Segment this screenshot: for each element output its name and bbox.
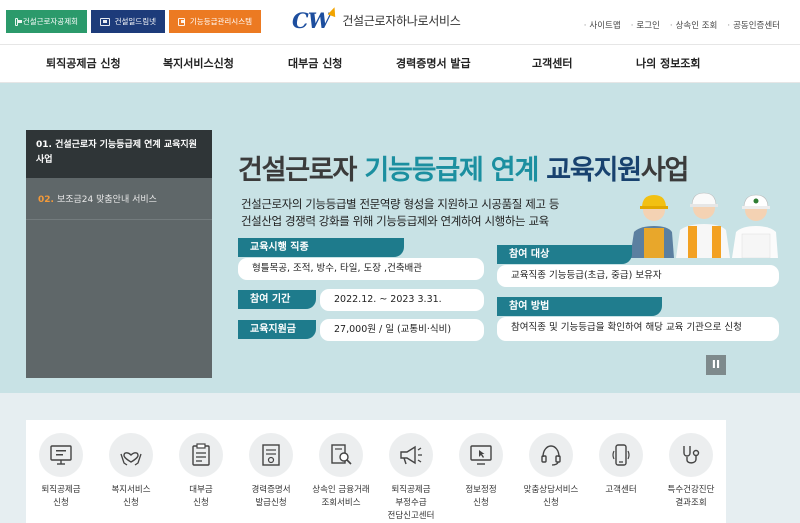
top-bar: 건설근로자공제회 건설일드림넷 기능등급관리시스템 CW 건설근로자하나로서비스… bbox=[0, 0, 800, 44]
side-item-number: 02. bbox=[38, 195, 54, 205]
nav-customer-center[interactable]: 고객센터 bbox=[532, 45, 572, 83]
nav-retirement-claim[interactable]: 퇴직공제금 신청 bbox=[46, 45, 121, 83]
jobs-value: 형틀목공, 조적, 방수, 타일, 도장 ,건축배관 bbox=[238, 258, 484, 280]
ildream-button[interactable]: 건설일드림넷 bbox=[91, 10, 165, 33]
cw-association-button[interactable]: 건설근로자공제회 bbox=[6, 10, 87, 33]
stethoscope-icon bbox=[683, 446, 700, 464]
monitor-icon bbox=[50, 445, 72, 465]
side-item-label: 보조금24 맞춤안내 서비스 bbox=[56, 195, 157, 205]
clipboard-icon bbox=[192, 443, 210, 466]
quick-fraud-report-center[interactable]: 퇴직공제금 부정수급 전담신고센터 bbox=[376, 433, 446, 523]
fee-value: 27,000원 / 일 (교통비·식비) bbox=[320, 319, 484, 341]
monitor-cursor-icon bbox=[470, 445, 492, 465]
logo-mark: CW bbox=[292, 5, 339, 33]
document-search-icon bbox=[331, 444, 352, 465]
banner-description: 건설근로자의 기능등급별 전문역량 형성을 지원하고 시공품질 제고 등 건설산… bbox=[241, 197, 560, 228]
quick-loan[interactable]: 대부금 신청 bbox=[166, 433, 236, 510]
quick-item-label: 정보정정 신청 bbox=[465, 485, 497, 508]
period-value: 2022.12. ~ 2023 3.31. bbox=[320, 289, 484, 311]
nav-loan[interactable]: 대부금 신청 bbox=[288, 45, 342, 83]
quick-counseling-service[interactable]: 맞춤상담서비스 신청 bbox=[516, 433, 586, 510]
monitor-icon bbox=[15, 17, 22, 26]
banner-pause-button[interactable]: II bbox=[706, 355, 726, 375]
quick-item-label: 특수건강진단 결과조회 bbox=[667, 485, 715, 508]
method-value: 참여직종 및 기능등급을 확인하여 해당 교육 기관으로 신청 bbox=[497, 317, 779, 341]
utility-links: 사이트맵 로그인 상속인 조회 공동인증센터 bbox=[584, 19, 780, 31]
quick-item-label: 대부금 신청 bbox=[189, 485, 213, 508]
site-shortcuts: 건설근로자공제회 건설일드림넷 기능등급관리시스템 bbox=[6, 10, 261, 33]
phone-icon bbox=[612, 444, 630, 466]
quick-item-label: 복지서비스 신청 bbox=[111, 485, 151, 508]
nav-welfare-service[interactable]: 복지서비스신청 bbox=[163, 45, 234, 83]
side-item-education-support[interactable]: 01. 건설근로자 기능등급제 연계 교육지원사업 bbox=[26, 130, 212, 178]
quick-menu: 퇴직공제금 신청 복지서비스 신청 대부금 신청 경력증명서 발급신청 상속인 … bbox=[26, 420, 726, 523]
logo-text: 건설근로자하나로서비스 bbox=[342, 14, 461, 28]
quick-info-correction[interactable]: 정보정정 신청 bbox=[446, 433, 516, 510]
sitemap-link[interactable]: 사이트맵 bbox=[584, 19, 620, 31]
quick-item-label: 퇴직공제금 신청 bbox=[41, 485, 81, 508]
fee-tag: 교육지원금 bbox=[238, 320, 316, 339]
logo-spark-icon bbox=[328, 5, 339, 18]
jobs-tag: 교육시행 직종 bbox=[238, 238, 404, 257]
quick-retirement-claim[interactable]: 퇴직공제금 신청 bbox=[26, 433, 96, 510]
nav-career-certificate[interactable]: 경력증명서 발급 bbox=[396, 45, 471, 83]
nav-my-info[interactable]: 나의 정보조회 bbox=[636, 45, 701, 83]
quick-career-certificate[interactable]: 경력증명서 발급신청 bbox=[236, 433, 306, 510]
hands-heart-icon bbox=[120, 452, 142, 466]
certificate-center-link[interactable]: 공동인증센터 bbox=[727, 19, 780, 31]
quick-welfare-service[interactable]: 복지서비스 신청 bbox=[96, 433, 166, 510]
quick-item-label: 상속인 금융거래 조회서비스 bbox=[312, 485, 370, 508]
method-tag: 참여 방법 bbox=[497, 297, 662, 316]
quick-item-label: 퇴직공제금 부정수급 전담신고센터 bbox=[387, 485, 435, 521]
quick-item-label: 맞춤상담서비스 신청 bbox=[523, 485, 579, 508]
certificate-icon bbox=[262, 444, 280, 466]
main-nav: 퇴직공제금 신청 복지서비스신청 대부금 신청 경력증명서 발급 고객센터 나의… bbox=[0, 44, 800, 83]
monitor-icon bbox=[100, 17, 110, 26]
side-item-subsidy24[interactable]: 02. 보조금24 맞춤안내 서비스 bbox=[26, 178, 212, 220]
period-tag: 참여 기간 bbox=[238, 290, 316, 309]
login-link[interactable]: 로그인 bbox=[631, 19, 659, 31]
target-tag: 참여 대상 bbox=[497, 245, 632, 264]
workers-illustration-icon bbox=[630, 192, 778, 258]
quick-customer-center[interactable]: 고객센터 bbox=[586, 433, 656, 497]
target-value: 교육직종 기능등급(초급, 중급) 보유자 bbox=[497, 265, 779, 287]
site-logo[interactable]: CW 건설근로자하나로서비스 bbox=[292, 5, 461, 33]
quick-item-label: 경력증명서 발급신청 bbox=[251, 485, 291, 508]
megaphone-icon bbox=[400, 445, 422, 465]
skill-grade-system-button[interactable]: 기능등급관리시스템 bbox=[169, 10, 261, 33]
quick-heir-financial-inquiry[interactable]: 상속인 금융거래 조회서비스 bbox=[306, 433, 376, 510]
headset-icon bbox=[541, 445, 561, 466]
tag-icon bbox=[178, 17, 185, 26]
heir-inquiry-link[interactable]: 상속인 조회 bbox=[670, 19, 718, 31]
banner-headline: 건설근로자 기능등급제 연계 교육지원사업 bbox=[238, 155, 689, 186]
quick-health-checkup-result[interactable]: 특수건강진단 결과조회 bbox=[656, 433, 726, 510]
quick-item-label: 고객센터 bbox=[605, 485, 637, 495]
banner-side-menu: 01. 건설근로자 기능등급제 연계 교육지원사업 02. 보조금24 맞춤안내 … bbox=[26, 130, 212, 378]
